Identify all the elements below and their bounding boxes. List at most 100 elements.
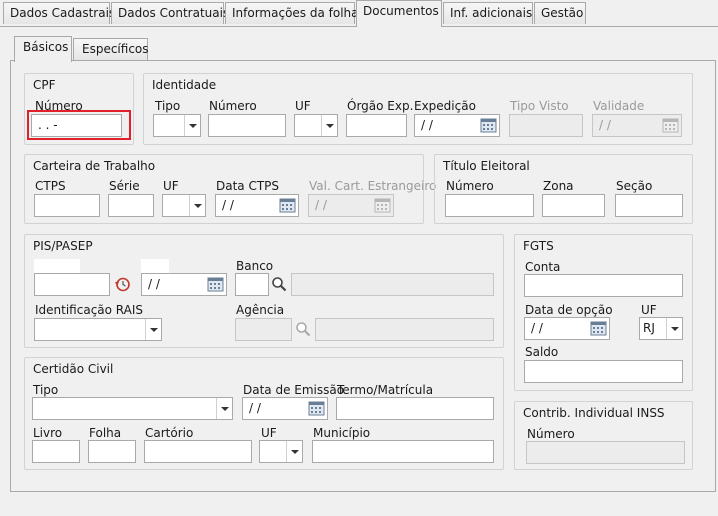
pis-banco-name-input: [291, 273, 494, 296]
tab-informacoes-folha[interactable]: Informações da folha: [225, 2, 359, 24]
certidao-data-emissao-value: / /: [249, 401, 261, 415]
ctps-val-cart-label: Val. Cart. Estrangeiro: [309, 179, 437, 193]
pis-pasep-title: PIS/PASEP: [33, 239, 93, 253]
titulo-numero-input[interactable]: [445, 194, 534, 217]
identidade-expedicao-value: / /: [421, 118, 433, 132]
certidao-uf-select[interactable]: [259, 440, 303, 463]
certidao-cartorio-input[interactable]: [144, 440, 252, 463]
identidade-validade-date: / /: [592, 114, 682, 137]
calendar-icon[interactable]: [307, 399, 326, 418]
certidao-folha-label: Folha: [89, 426, 122, 440]
identidade-numero-input[interactable]: [208, 114, 286, 137]
tab-dados-contratuais[interactable]: Dados Contratuais: [111, 2, 229, 24]
calendar-icon[interactable]: [479, 116, 498, 135]
pis-rais-select[interactable]: [34, 318, 162, 341]
titulo-numero-label: Número: [446, 179, 494, 193]
ctps-data-label: Data CTPS: [216, 179, 280, 193]
magnifier-icon[interactable]: [268, 273, 290, 296]
fgts-uf-select[interactable]: RJ: [639, 317, 683, 340]
ctps-serie-label: Série: [109, 179, 140, 193]
identidade-expedicao-label: Expedição: [414, 99, 476, 113]
pis-numero-input[interactable]: [34, 273, 110, 296]
tab-gestao[interactable]: Gestão: [534, 2, 586, 24]
certidao-tipo-select[interactable]: [32, 397, 233, 420]
ctps-label: CTPS: [35, 179, 66, 193]
certidao-data-emissao-date[interactable]: / /: [242, 397, 328, 420]
ctps-data-date[interactable]: / /: [215, 194, 299, 217]
identidade-tipo-select[interactable]: [153, 114, 201, 137]
identidade-numero-label: Número: [209, 99, 257, 113]
certidao-data-emissao-label: Data de Emissão: [243, 383, 345, 397]
certidao-termo-label: Termo/Matrícula: [337, 383, 434, 397]
calendar-icon[interactable]: [589, 319, 608, 338]
titulo-secao-input[interactable]: [615, 194, 683, 217]
certidao-municipio-label: Município: [313, 426, 371, 440]
ctps-serie-input[interactable]: [108, 194, 154, 217]
pis-date[interactable]: / /: [141, 273, 227, 296]
certidao-cartorio-label: Cartório: [145, 426, 194, 440]
chevron-down-icon[interactable]: [666, 318, 682, 339]
chevron-down-icon[interactable]: [189, 195, 205, 216]
ctps-uf-label: UF: [163, 179, 179, 193]
pis-blank-label-2: [141, 259, 169, 273]
tab-inf-adicionais[interactable]: Inf. adicionais: [443, 2, 533, 24]
pis-banco-label: Banco: [236, 259, 274, 273]
fgts-conta-label: Conta: [525, 260, 561, 274]
fgts-saldo-input[interactable]: [524, 360, 683, 383]
fgts-data-opcao-date[interactable]: / /: [524, 317, 610, 340]
main-tab-bar: Dados Cadastrais Dados Contratuais Infor…: [0, 0, 718, 27]
calendar-icon[interactable]: [278, 196, 297, 215]
certidao-civil-title: Certidão Civil: [33, 362, 114, 376]
fgts-data-opcao-label: Data de opção: [525, 303, 613, 317]
ctps-uf-select[interactable]: [162, 194, 206, 217]
certidao-municipio-input[interactable]: [312, 440, 494, 463]
tab-documentos[interactable]: Documentos: [356, 0, 442, 27]
chevron-down-icon[interactable]: [216, 398, 232, 419]
pis-banco-code-input[interactable]: [235, 273, 269, 296]
pis-agencia-code-input: [235, 318, 292, 341]
pis-date-value: / /: [148, 277, 160, 291]
identidade-title: Identidade: [152, 78, 217, 92]
identidade-tipo-label: Tipo: [155, 99, 181, 113]
ctps-data-value: / /: [222, 198, 234, 212]
certidao-livro-label: Livro: [33, 426, 63, 440]
identidade-uf-select[interactable]: [294, 114, 338, 137]
chevron-down-icon[interactable]: [184, 115, 200, 136]
identidade-expedicao-date[interactable]: / /: [414, 114, 500, 137]
identidade-tipo-visto-input: [509, 114, 583, 137]
cpf-title: CPF: [33, 78, 56, 92]
chevron-down-icon[interactable]: [286, 441, 302, 462]
certidao-folha-input[interactable]: [88, 440, 136, 463]
identidade-validade-value: / /: [599, 118, 611, 132]
calendar-icon[interactable]: [206, 275, 225, 294]
chevron-down-icon[interactable]: [321, 115, 337, 136]
subtab-basicos[interactable]: Básicos: [14, 36, 72, 62]
titulo-zona-label: Zona: [543, 179, 574, 193]
ctps-val-cart-value: / /: [315, 198, 327, 212]
subtab-especificos[interactable]: Específicos: [73, 38, 149, 60]
identidade-validade-label: Validade: [593, 99, 645, 113]
identidade-orgao-label: Órgão Exp.: [347, 99, 414, 113]
pis-rais-label: Identificação RAIS: [35, 303, 144, 317]
certidao-livro-input[interactable]: [32, 440, 80, 463]
ctps-input[interactable]: [34, 194, 100, 217]
pis-agencia-label: Agência: [236, 303, 285, 317]
titulo-secao-label: Seção: [616, 179, 653, 193]
history-icon[interactable]: [112, 274, 134, 295]
certidao-tipo-label: Tipo: [33, 383, 59, 397]
identidade-tipo-visto-label: Tipo Visto: [510, 99, 569, 113]
certidao-uf-label: UF: [261, 426, 277, 440]
titulo-zona-input[interactable]: [542, 194, 605, 217]
identidade-orgao-input[interactable]: [346, 114, 407, 137]
pis-agencia-name-input: [315, 318, 494, 341]
fgts-uf-value: RJ: [643, 321, 655, 335]
calendar-icon: [661, 116, 680, 135]
cpf-numero-input[interactable]: . . -: [31, 114, 122, 137]
identidade-uf-label: UF: [295, 99, 311, 113]
tab-dados-cadastrais[interactable]: Dados Cadastrais: [3, 2, 115, 24]
calendar-icon: [373, 196, 392, 215]
chevron-down-icon[interactable]: [145, 319, 161, 340]
fgts-conta-input[interactable]: [524, 274, 683, 297]
ctps-val-cart-date: / /: [308, 194, 394, 217]
certidao-termo-input[interactable]: [336, 397, 494, 420]
